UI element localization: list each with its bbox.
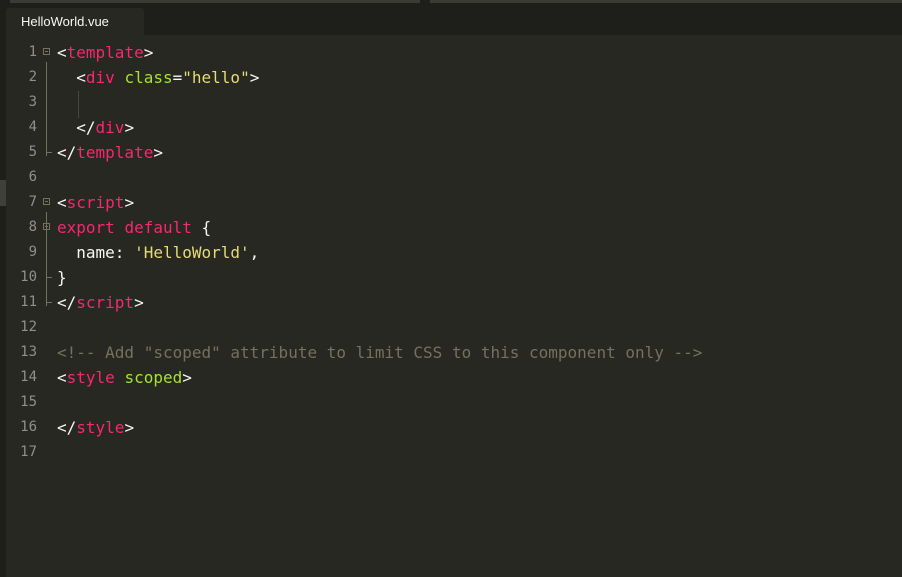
fold-toggle-icon[interactable] [43,198,50,205]
code-token: > [143,43,154,62]
code-line[interactable]: 4 </div> [6,115,902,140]
code-token: <!-- Add "scoped" attribute to limit CSS… [57,343,703,362]
code-token: class [124,68,173,87]
code-line[interactable]: 5 </template> [6,140,902,165]
line-number: 14 [20,369,37,385]
code-token: style [76,418,125,437]
code-token: 'HelloWorld' [134,243,250,262]
code-line[interactable]: 17 [6,440,902,465]
code-token: template [66,43,144,62]
code-token: name: [57,243,135,262]
code-token: > [134,293,144,312]
code-line[interactable]: 12 [6,315,902,340]
code-token: , [249,243,260,262]
fold-toggle-icon[interactable] [43,48,50,55]
line-number: 3 [28,94,37,110]
code-token: > [124,193,135,212]
line-number: 11 [20,294,37,310]
code-token: > [124,118,135,137]
line-number: 1 [28,44,37,60]
code-token: scoped [124,368,183,387]
code-token: < [57,43,67,62]
top-strip-segment [10,0,420,3]
code-token: > [124,418,135,437]
code-text: name: 'HelloWorld', [57,240,259,265]
tab-helloworld-vue[interactable]: HelloWorld.vue [6,8,144,35]
code-text: <!-- Add "scoped" attribute to limit CSS… [57,340,702,365]
code-token: < [57,368,67,387]
code-token: export [57,218,115,237]
code-token: </ [57,293,77,312]
code-token: </ [57,418,77,437]
code-line[interactable]: 11 </script> [6,290,902,315]
line-number: 12 [20,319,37,335]
code-text: </div> [57,115,134,140]
code-line[interactable]: 9 name: 'HelloWorld', [6,240,902,265]
code-line[interactable]: 6 [6,165,902,190]
code-line[interactable]: 7 <script> [6,190,902,215]
fold-end-marker [46,152,52,153]
code-line[interactable]: 3 [6,90,902,115]
code-token: = [172,68,183,87]
code-line[interactable]: 8 export default { [6,215,902,240]
code-line[interactable]: 14 <style scoped> [6,365,902,390]
code-text: } [57,265,67,290]
code-text: <div class="hello"> [57,65,259,90]
line-number: 5 [28,144,37,160]
code-token: "hello" [182,68,250,87]
line-number: 4 [28,119,37,135]
code-token: div [85,68,115,87]
fold-end-marker [46,277,52,278]
top-strip-segment [430,0,902,3]
line-number: 10 [20,269,37,285]
code-token: > [153,143,163,162]
code-token: { [191,218,212,237]
code-token: } [57,268,67,287]
code-token: template [76,143,154,162]
code-line[interactable]: 2 <div class="hello"> [6,65,902,90]
line-number: 15 [20,394,37,410]
code-text: export default { [57,215,211,240]
code-text: </style> [57,415,134,440]
editor-window: HelloWorld.vue 1 <template> 2 <div class="… [0,0,902,577]
code-text: <style scoped> [57,365,192,390]
code-token: < [57,68,86,87]
code-token: default [124,218,192,237]
code-line[interactable]: 15 [6,390,902,415]
code-token: style [66,368,115,387]
code-token: script [66,193,125,212]
code-line[interactable]: 1 <template> [6,40,902,65]
code-text: </script> [57,290,144,315]
line-number: 9 [28,244,37,260]
fold-toggle-icon[interactable] [43,223,50,230]
code-text: <script> [57,190,134,215]
code-token: script [76,293,135,312]
line-number: 6 [28,169,37,185]
code-editor[interactable]: 1 <template> 2 <div class="hello"> 3 4 </div… [6,35,902,577]
fold-end-marker [46,302,52,303]
line-number: 16 [20,419,37,435]
code-line[interactable]: 10} [6,265,902,290]
tab-bar: HelloWorld.vue [0,5,902,35]
code-line[interactable]: 13 <!-- Add "scoped" attribute to limit C… [6,340,902,365]
code-token: < [57,193,67,212]
line-number: 8 [28,219,37,235]
code-text: <template> [57,40,153,65]
code-line[interactable]: 16 </style> [6,415,902,440]
line-number: 13 [20,344,37,360]
code-token: </ [57,118,96,137]
line-number: 7 [28,194,37,210]
code-text: </template> [57,140,163,165]
code-token: > [249,68,260,87]
line-number: 2 [28,69,37,85]
code-token: </ [57,143,77,162]
code-token: div [95,118,125,137]
code-token: > [182,368,192,387]
line-number: 17 [20,444,37,460]
